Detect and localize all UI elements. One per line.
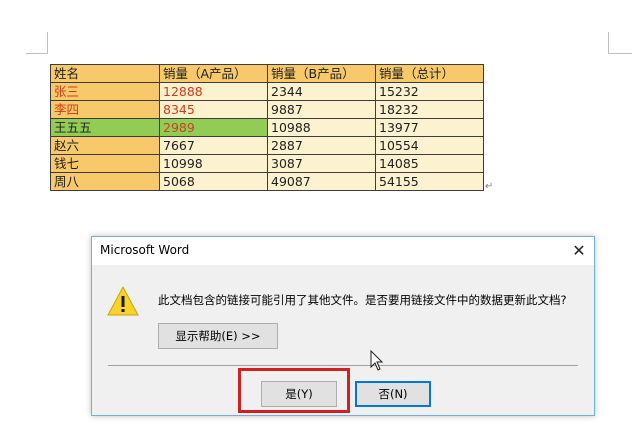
table-cell[interactable]: 7667: [159, 136, 268, 155]
table-row: 赵六 7667 2887 10554: [50, 136, 484, 155]
dialog-message: 此文档包含的链接可能引用了其他文件。是否要用链接文件中的数据更新此文档?: [158, 293, 567, 307]
page-corner-mark: [47, 32, 48, 54]
page-corner-mark: [608, 32, 609, 54]
page-corner-mark: [26, 53, 47, 54]
table-cell[interactable]: 周八: [50, 172, 160, 191]
table-cell[interactable]: 10554: [375, 136, 484, 155]
header-sales-a[interactable]: 销量（A产品）: [159, 64, 268, 83]
table-row: 王五五 2989 10988 13977: [50, 118, 484, 137]
mouse-pointer-icon: [370, 350, 384, 371]
table-cell[interactable]: 5068: [159, 172, 268, 191]
dialog-title: Microsoft Word: [100, 243, 190, 257]
table-cell[interactable]: 王五五: [50, 118, 160, 137]
table-cell[interactable]: 13977: [375, 118, 484, 137]
warning-icon: [107, 285, 139, 316]
no-button[interactable]: 否(N): [355, 381, 431, 407]
table-cell[interactable]: 钱七: [50, 154, 160, 173]
table-row: 钱七 10998 3087 14085: [50, 154, 484, 173]
table-cell[interactable]: 15232: [375, 82, 484, 101]
table-cell[interactable]: 2344: [267, 82, 376, 101]
table-cell[interactable]: 3087: [267, 154, 376, 173]
table-row: 李四 8345 9887 18232: [50, 100, 484, 119]
table-cell[interactable]: 14085: [375, 154, 484, 173]
table-cell[interactable]: 张三: [50, 82, 160, 101]
close-icon[interactable]: ✕: [564, 237, 594, 265]
sales-table: 姓名 销量（A产品） 销量（B产品） 销量（总计） 张三 12888 2344 …: [50, 64, 484, 191]
dialog-separator: [108, 365, 578, 366]
table-cell[interactable]: 10998: [159, 154, 268, 173]
table-cell[interactable]: 李四: [50, 100, 160, 119]
table-cell[interactable]: 18232: [375, 100, 484, 119]
table-cell[interactable]: 10988: [267, 118, 376, 137]
page-corner-mark: [608, 53, 632, 54]
table-cell[interactable]: 8345: [159, 100, 268, 119]
dialog-title-bar[interactable]: Microsoft Word ✕: [92, 237, 594, 265]
show-help-button[interactable]: 显示帮助(E) >>: [158, 323, 278, 349]
table-row: 周八 5068 49087 54155: [50, 172, 484, 191]
yes-button-highlight: [238, 368, 350, 413]
table-cell[interactable]: 赵六: [50, 136, 160, 155]
header-sales-b[interactable]: 销量（B产品）: [267, 64, 376, 83]
table-row: 张三 12888 2344 15232: [50, 82, 484, 101]
paragraph-mark: ↵: [485, 181, 494, 192]
table-cell[interactable]: 12888: [159, 82, 268, 101]
table-cell[interactable]: 9887: [267, 100, 376, 119]
table-cell[interactable]: 2887: [267, 136, 376, 155]
header-name[interactable]: 姓名: [50, 64, 160, 83]
header-sales-total[interactable]: 销量（总计）: [375, 64, 484, 83]
table-cell[interactable]: 54155: [375, 172, 484, 191]
table-header-row: 姓名 销量（A产品） 销量（B产品） 销量（总计）: [50, 64, 484, 83]
table-cell[interactable]: 49087: [267, 172, 376, 191]
table-cell[interactable]: 2989: [159, 118, 268, 137]
